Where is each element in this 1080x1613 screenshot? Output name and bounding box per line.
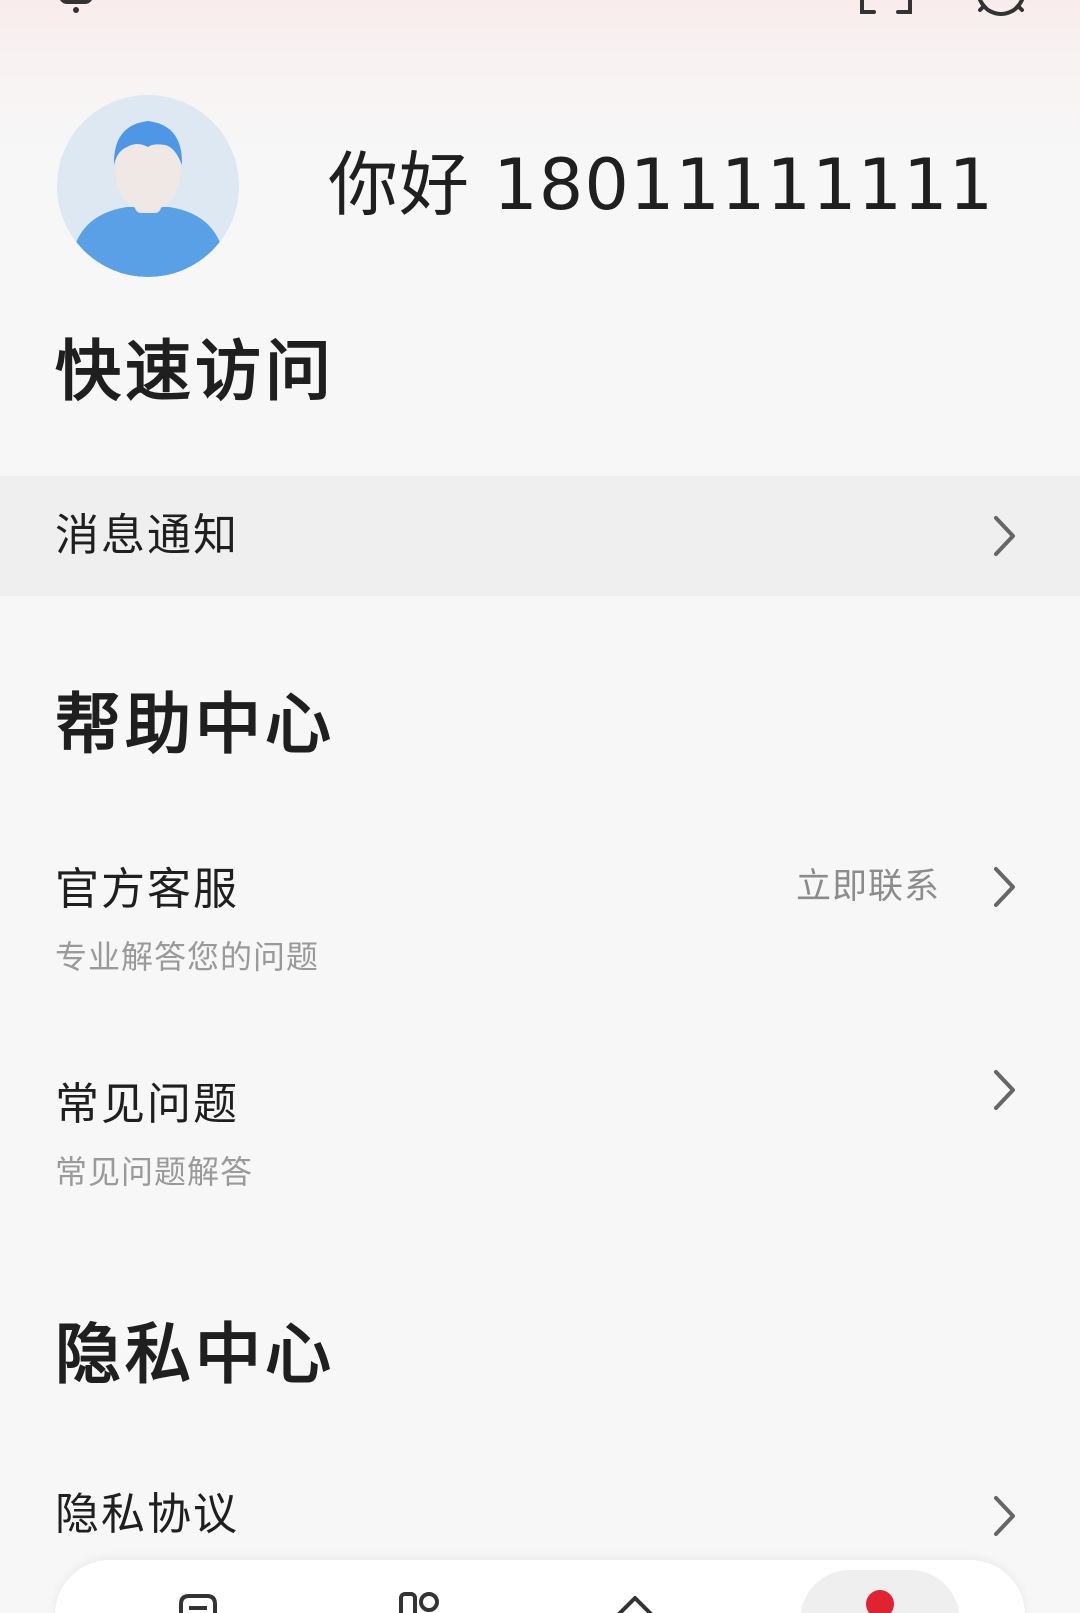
privacy-center-title: 隐私中心 (55, 1316, 335, 1393)
faq-subtitle: 常见问题解答 (55, 1153, 254, 1191)
avatar[interactable] (57, 95, 239, 277)
customer-service-subtitle: 专业解答您的问题 (55, 938, 320, 976)
notification-label: 消息通知 (55, 510, 239, 561)
home-icon[interactable] (607, 1590, 663, 1613)
robot-icon[interactable] (58, 0, 94, 16)
profile-page: 你好 18011111111 快速访问 消息通知 帮助中心 官方客服 专业解答您… (0, 0, 1080, 1613)
user-avatar-icon (57, 95, 239, 277)
help-center-title: 帮助中心 (55, 686, 335, 763)
chevron-right-icon (994, 867, 1015, 907)
chevron-right-icon (994, 516, 1015, 556)
document-icon[interactable] (173, 1590, 223, 1613)
customer-service-label: 官方客服 (55, 864, 239, 915)
privacy-agreement-row[interactable]: 隐私协议 (0, 1480, 1080, 1555)
chevron-right-icon (994, 1070, 1015, 1110)
chevron-right-icon (994, 1496, 1015, 1536)
apps-icon[interactable] (395, 1590, 445, 1613)
scan-icon[interactable] (858, 0, 914, 16)
contact-now-link[interactable]: 立即联系 (796, 865, 940, 909)
customer-service-row[interactable]: 官方客服 专业解答您的问题 立即联系 (0, 845, 1080, 995)
bottom-nav (55, 1560, 1025, 1613)
faq-row[interactable]: 常见问题 常见问题解答 (0, 1060, 1080, 1210)
quick-access-title: 快速访问 (55, 333, 335, 410)
profile-icon[interactable] (840, 1588, 920, 1613)
faq-label: 常见问题 (55, 1079, 239, 1130)
notification-row[interactable]: 消息通知 (0, 476, 1080, 596)
privacy-agreement-label: 隐私协议 (55, 1489, 239, 1540)
gear-icon[interactable] (970, 0, 1032, 18)
greeting-text: 你好 18011111111 (328, 144, 995, 226)
